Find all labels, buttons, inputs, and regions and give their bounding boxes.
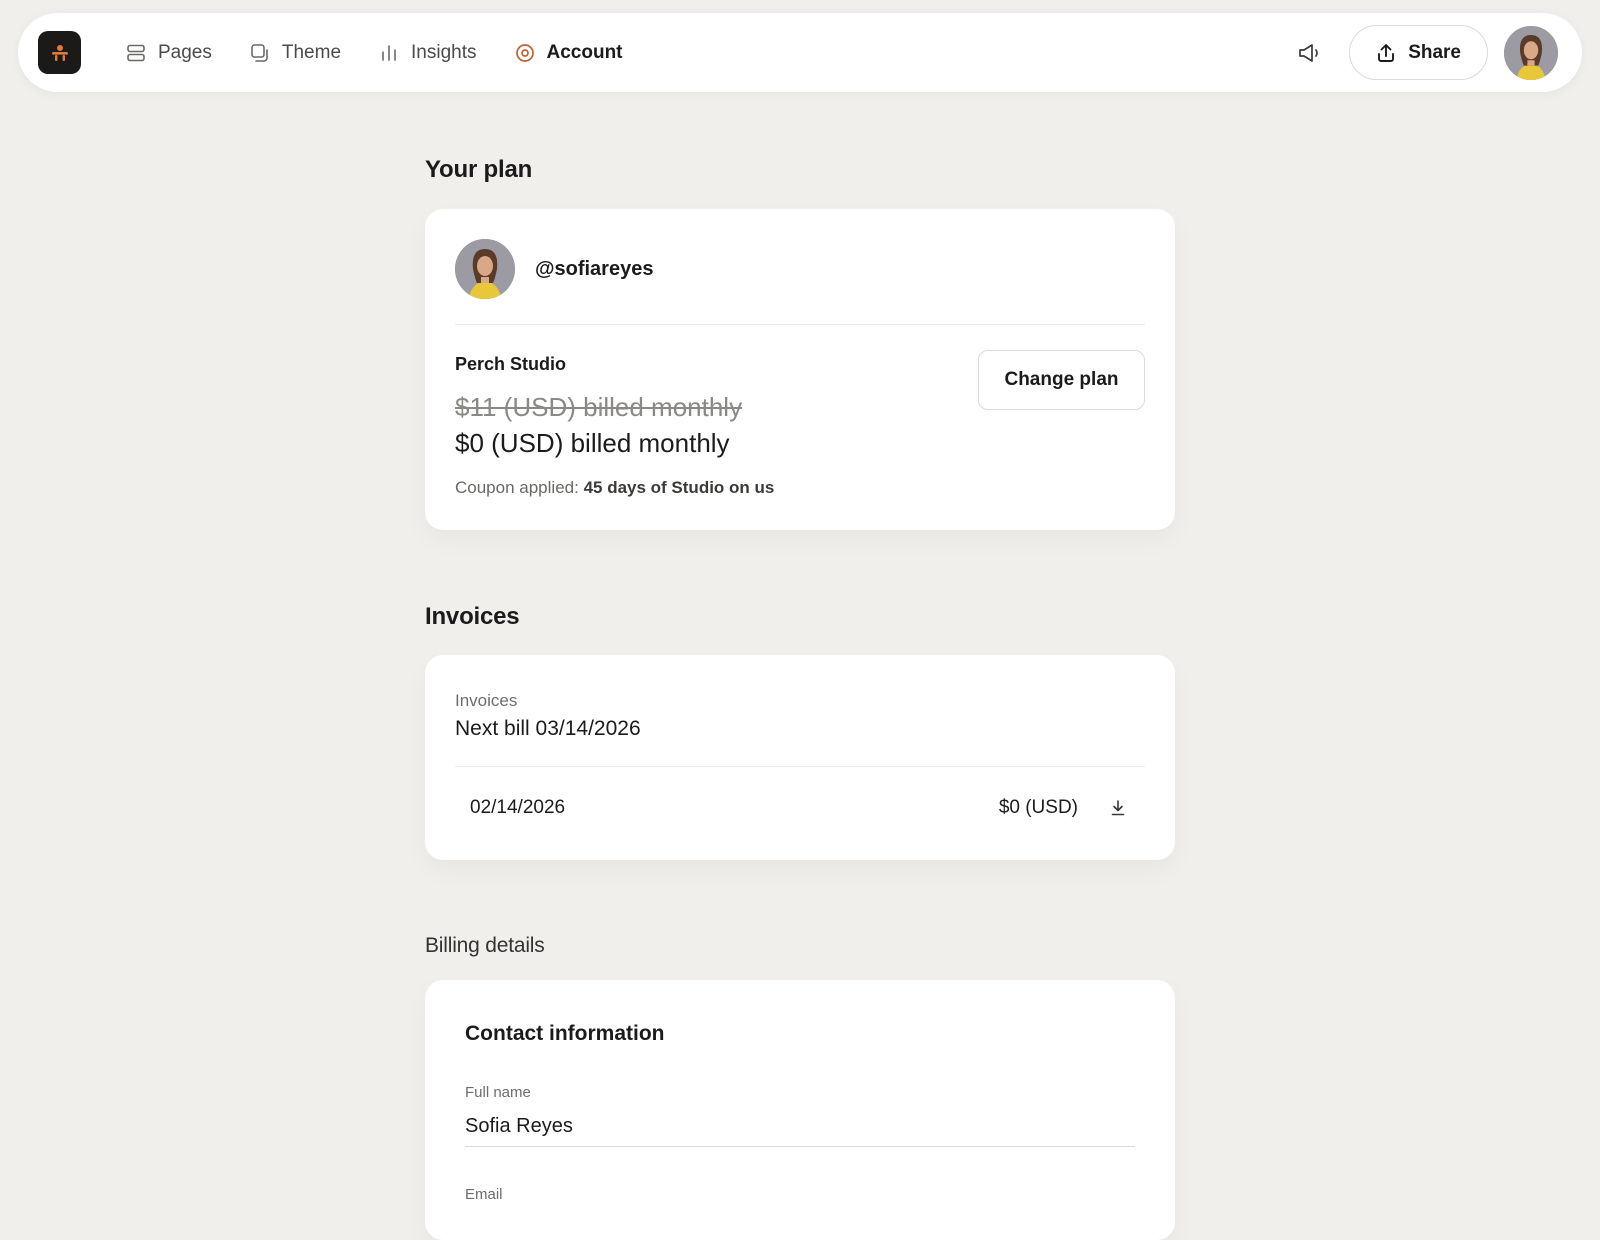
top-nav-bar: Pages Theme Insights Account Share: [18, 13, 1582, 92]
download-icon: [1111, 800, 1125, 816]
avatar-image: [1504, 25, 1558, 80]
nav-item-account[interactable]: Account: [515, 42, 623, 64]
invoices-section-title: Invoices: [425, 603, 520, 630]
logo-icon: [51, 44, 68, 61]
invoices-label: Invoices: [455, 691, 518, 710]
coupon-prefix: Coupon applied:: [455, 478, 579, 497]
share-button[interactable]: Share: [1349, 25, 1488, 80]
full-name-label: Full name: [465, 1084, 531, 1101]
nav-label-account: Account: [546, 41, 623, 63]
nav-item-theme[interactable]: Theme: [250, 42, 341, 64]
nav-item-pages[interactable]: Pages: [126, 42, 212, 64]
megaphone-icon: [1299, 43, 1319, 62]
coupon-value: 45 days of Studio on us: [583, 478, 775, 497]
change-plan-button[interactable]: Change plan: [978, 350, 1145, 410]
plan-section-title: Your plan: [425, 156, 533, 183]
invoice-date: 02/14/2026: [470, 797, 566, 818]
next-bill: Next bill 03/14/2026: [455, 717, 641, 740]
pages-icon: [127, 44, 145, 61]
avatar-image: [455, 239, 515, 299]
invoice-download-button[interactable]: [1106, 796, 1130, 820]
user-avatar[interactable]: [1504, 25, 1558, 80]
user-handle: @sofiareyes: [535, 257, 654, 280]
invoice-row: 02/14/2026 $0 (USD): [455, 767, 1145, 849]
nav-label-theme: Theme: [281, 41, 342, 63]
nav-item-insights[interactable]: Insights: [379, 41, 477, 64]
announcements-button[interactable]: [1287, 31, 1331, 75]
plan-user: @sofiareyes: [455, 239, 653, 299]
old-price: $11 (USD) billed monthly: [455, 392, 743, 422]
app-logo[interactable]: [38, 31, 81, 74]
invoices-card: Invoices Next bill 03/14/2026 02/14/2026…: [425, 655, 1175, 860]
plan-card: @sofiareyes Perch Studio $11 (USD) bille…: [425, 209, 1175, 530]
insights-icon: [382, 44, 396, 61]
plan-avatar: [455, 239, 515, 299]
current-price: $0 (USD) billed monthly: [455, 428, 730, 458]
share-icon: [1378, 43, 1395, 62]
contact-info-title: Contact information: [465, 1022, 665, 1045]
full-name-input[interactable]: [465, 1107, 1135, 1147]
main-nav: Pages Theme Insights Account: [126, 13, 661, 92]
coupon-info: Coupon applied: 45 days of Studio on us: [455, 478, 774, 498]
share-label: Share: [1408, 41, 1461, 63]
invoice-amount: $0 (USD): [998, 797, 1078, 818]
plan-divider: [455, 324, 1145, 325]
nav-tools: Share: [1287, 13, 1558, 92]
plan-name: Perch Studio: [455, 354, 567, 374]
theme-icon: [251, 43, 268, 62]
email-label: Email: [465, 1186, 503, 1203]
nav-label-pages: Pages: [158, 41, 212, 63]
billing-card: Contact information Full name Email: [425, 980, 1175, 1240]
account-icon: [515, 43, 534, 62]
billing-section-title: Billing details: [425, 934, 545, 957]
nav-label-insights: Insights: [411, 41, 477, 63]
